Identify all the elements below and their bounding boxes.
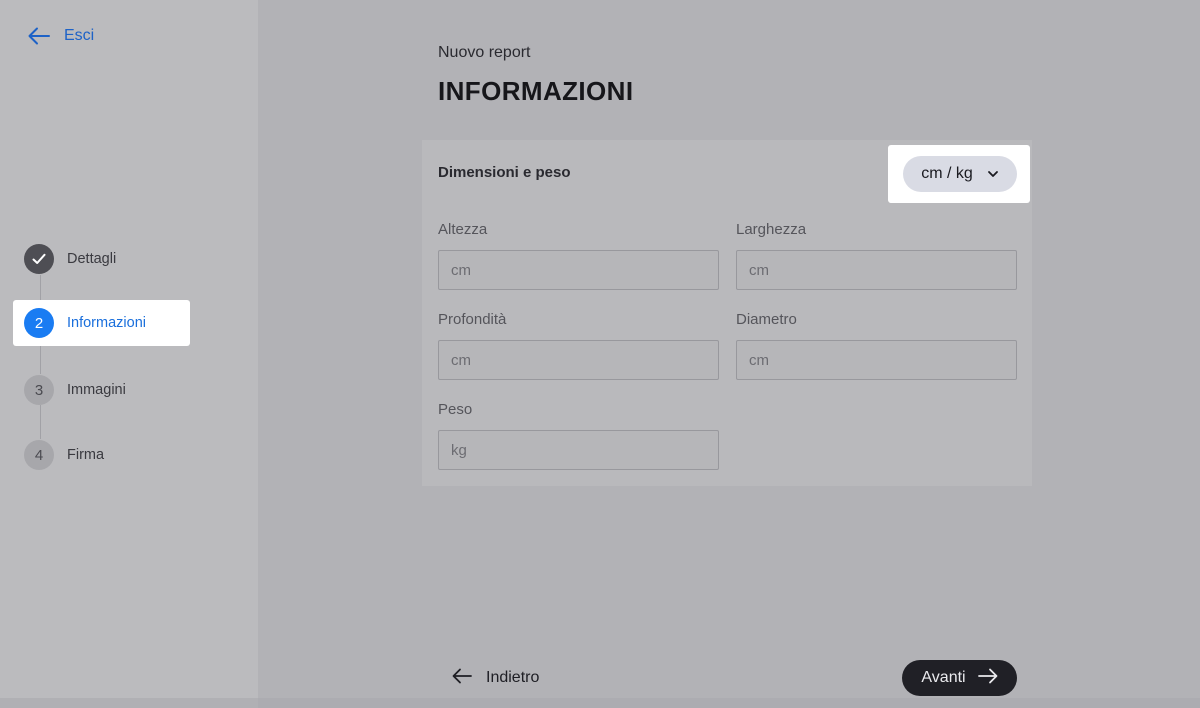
unit-select-value: cm / kg: [921, 165, 973, 182]
chevron-down-icon: [987, 165, 999, 183]
arrow-right-icon: [977, 668, 998, 689]
arrow-left-icon: [452, 668, 472, 689]
step-firma[interactable]: 4 Firma: [24, 439, 104, 471]
step-label: Immagini: [67, 382, 126, 398]
diametro-input[interactable]: [736, 340, 1017, 380]
step-number: 4: [24, 440, 54, 470]
peso-input[interactable]: [438, 430, 719, 470]
step-number: 3: [24, 375, 54, 405]
step-number: 2: [24, 308, 54, 338]
next-label: Avanti: [921, 669, 966, 686]
bottom-shadow: [0, 698, 1200, 708]
step-label: Firma: [67, 447, 105, 463]
step-connector: [40, 405, 41, 439]
page-subtitle: Nuovo report: [438, 44, 531, 61]
page-title: INFORMAZIONI: [438, 76, 634, 106]
exit-label: Esci: [64, 27, 95, 44]
peso-label: Peso: [438, 401, 473, 418]
larghezza-label: Larghezza: [736, 221, 807, 238]
larghezza-input[interactable]: [736, 250, 1017, 290]
profondita-input[interactable]: [438, 340, 719, 380]
sidebar: [0, 0, 258, 708]
section-title: Dimensioni e peso: [438, 164, 571, 181]
arrow-left-icon: [28, 27, 50, 45]
step-informazioni[interactable]: 2 Informazioni: [13, 300, 190, 346]
altezza-label: Altezza: [438, 221, 488, 238]
diametro-label: Diametro: [736, 311, 797, 328]
exit-button[interactable]: Esci: [28, 24, 94, 48]
step-dettagli[interactable]: Dettagli: [24, 243, 116, 275]
unit-select[interactable]: cm / kg: [903, 156, 1017, 192]
profondita-label: Profondità: [438, 311, 507, 328]
step-immagini[interactable]: 3 Immagini: [24, 374, 126, 406]
check-icon: [24, 244, 54, 274]
back-label: Indietro: [486, 669, 540, 686]
step-label: Informazioni: [67, 315, 146, 331]
altezza-input[interactable]: [438, 250, 719, 290]
step-label: Dettagli: [67, 251, 117, 267]
back-button[interactable]: Indietro: [452, 664, 539, 692]
next-button[interactable]: Avanti: [902, 660, 1017, 696]
